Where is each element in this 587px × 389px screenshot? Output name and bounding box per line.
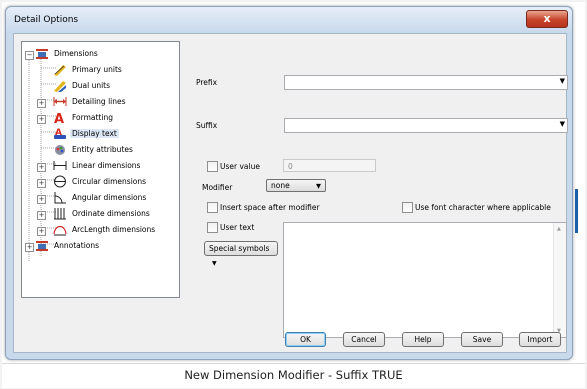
prefix-label: Prefix <box>196 78 218 87</box>
expand-toggle[interactable]: + <box>25 243 34 252</box>
annotations-icon <box>36 240 48 251</box>
user-text-label: User text <box>220 223 255 232</box>
arclength-dimension-icon <box>53 225 67 235</box>
expand-toggle[interactable]: + <box>37 99 46 108</box>
title-bar: Detail Options x <box>6 7 572 32</box>
chevron-down-icon: ▼ <box>559 120 565 128</box>
close-button[interactable]: x <box>526 10 568 28</box>
chevron-down-icon: ▼ <box>316 182 321 190</box>
caption-bar: New Dimension Modifier - Suffix TRUE <box>2 363 585 388</box>
tree-item-label: Entity attributes <box>72 144 133 154</box>
tree-item-annotations[interactable]: Annotations <box>35 237 101 253</box>
tree-item-label: Display text <box>70 128 119 138</box>
tree-item-entity-attributes[interactable]: Entity attributes <box>53 141 135 157</box>
user-value-label: User value <box>220 162 260 171</box>
ordinate-dimension-icon <box>54 207 66 219</box>
ok-button[interactable]: OK <box>285 332 326 347</box>
tree-item-label: Circular dimensions <box>72 176 147 186</box>
expand-toggle[interactable]: + <box>37 211 46 220</box>
import-button[interactable]: Import <box>519 332 561 347</box>
dimensions-icon <box>36 48 48 59</box>
save-button[interactable]: Save <box>461 332 503 347</box>
help-button[interactable]: Help <box>402 332 444 347</box>
expand-toggle[interactable]: + <box>37 227 46 236</box>
circular-dimension-icon <box>54 175 66 187</box>
entity-attributes-icon <box>55 144 65 155</box>
close-icon: x <box>543 12 551 25</box>
special-symbols-label: Special symbols <box>209 244 270 253</box>
tree-item-label: Angular dimensions <box>72 192 147 202</box>
expand-toggle[interactable]: + <box>37 115 46 124</box>
expand-toggle[interactable]: + <box>37 179 46 188</box>
modifier-label: Modifier <box>202 183 233 192</box>
tree-item-label: Detailing lines <box>72 96 126 106</box>
ruler-pencil-icon <box>54 80 66 92</box>
ruler-pencil-icon <box>54 64 66 76</box>
cancel-button[interactable]: Cancel <box>343 332 385 347</box>
user-value-input[interactable]: 0 <box>283 159 376 172</box>
detail-options-dialog: Detail Options x − Dimensions Primary un… <box>5 6 573 360</box>
tree-item-label: Formatting <box>72 112 113 122</box>
tree-item-ordinate-dimensions[interactable]: Ordinate dimensions <box>53 205 152 221</box>
user-text-checkbox[interactable] <box>207 222 218 233</box>
modifier-select[interactable]: none ▼ <box>266 179 326 192</box>
user-text-area[interactable]: ▲ ▼ <box>283 222 567 338</box>
insert-space-checkbox[interactable] <box>207 202 218 213</box>
tree-item-display-text[interactable]: A Display text <box>53 125 119 141</box>
expand-toggle[interactable]: + <box>37 163 46 172</box>
suffix-label: Suffix <box>196 121 218 130</box>
tree-item-circular-dimensions[interactable]: Circular dimensions <box>53 173 148 189</box>
arrow-line-icon <box>53 96 67 106</box>
options-tree: − Dimensions Primary units Dual units + … <box>21 41 180 298</box>
tree-item-arclength-dimensions[interactable]: ArcLength dimensions <box>53 221 157 237</box>
display-text-icon: A <box>54 128 66 139</box>
scroll-up-icon[interactable]: ▲ <box>557 226 561 232</box>
tree-item-label: Dual units <box>72 80 111 90</box>
modifier-value: none <box>271 181 290 190</box>
use-font-character-checkbox[interactable] <box>402 202 413 213</box>
angular-dimension-icon <box>54 191 66 203</box>
chevron-down-icon: ▼ <box>212 260 217 267</box>
background-window-edge <box>575 189 578 233</box>
prefix-combobox[interactable]: ▼ <box>284 75 568 90</box>
tree-item-label: Primary units <box>72 64 122 74</box>
tree-item-label: ArcLength dimensions <box>72 224 156 234</box>
tree-item-angular-dimensions[interactable]: Angular dimensions <box>53 189 148 205</box>
tree-item-label: Dimensions <box>54 48 98 58</box>
user-value-checkbox[interactable] <box>207 161 218 172</box>
expand-toggle[interactable]: + <box>37 195 46 204</box>
linear-dimension-icon <box>53 160 67 170</box>
letter-a-icon: A <box>54 112 64 124</box>
dialog-title: Detail Options <box>14 15 79 25</box>
suffix-combobox[interactable]: ▼ <box>284 118 568 133</box>
dialog-client-area: − Dimensions Primary units Dual units + … <box>13 33 568 353</box>
use-font-character-label: Use font character where applicable <box>415 203 551 212</box>
svg-text:A: A <box>54 112 64 124</box>
tree-item-dimensions[interactable]: Dimensions <box>35 45 100 61</box>
tree-item-label: Linear dimensions <box>72 160 141 170</box>
chevron-down-icon: ▼ <box>559 77 565 85</box>
special-symbols-button[interactable]: Special symbols ▼ <box>204 241 278 267</box>
tree-item-primary-units[interactable]: Primary units <box>53 61 124 77</box>
tree-item-linear-dimensions[interactable]: Linear dimensions <box>53 157 142 173</box>
tree-item-detailing-lines[interactable]: Detailing lines <box>53 93 128 109</box>
tree-item-label: Ordinate dimensions <box>72 208 150 218</box>
tree-item-dual-units[interactable]: Dual units <box>53 77 112 93</box>
collapse-toggle[interactable]: − <box>25 51 34 60</box>
insert-space-label: Insert space after modifier <box>220 203 320 212</box>
tree-item-label: Annotations <box>54 240 100 250</box>
tree-item-formatting[interactable]: A Formatting <box>53 109 115 125</box>
screenshot-caption: New Dimension Modifier - Suffix TRUE <box>184 368 403 382</box>
text-area-scrollbar[interactable]: ▲ ▼ <box>553 223 566 337</box>
